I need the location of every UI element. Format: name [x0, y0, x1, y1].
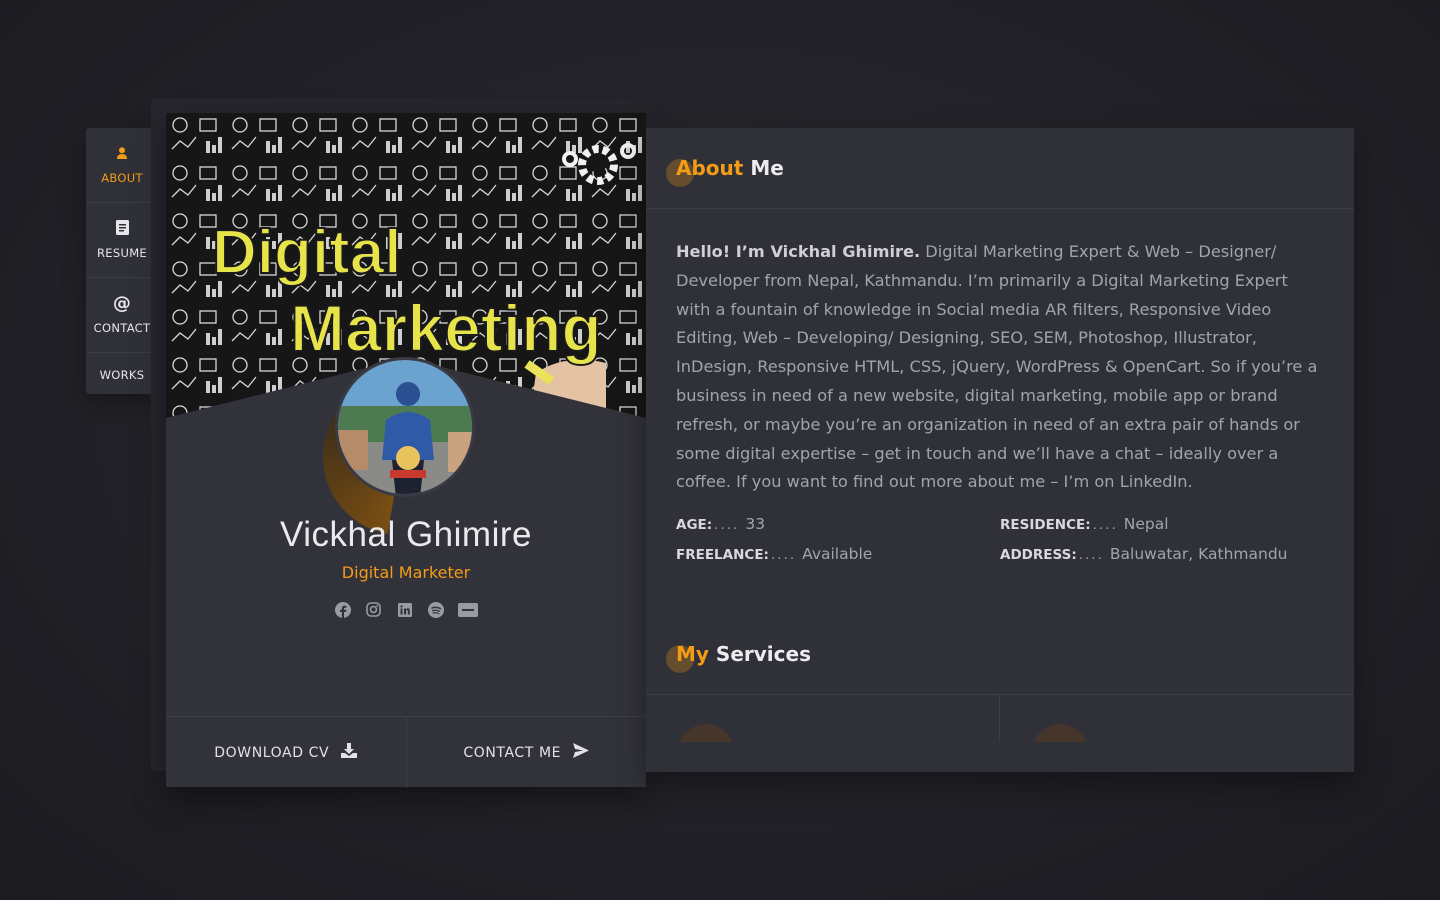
nav-item-label: RESUME: [97, 246, 147, 260]
send-icon: [573, 743, 590, 762]
instagram-icon[interactable]: [365, 601, 382, 618]
info-residence-label: RESIDENCE:: [1000, 517, 1091, 533]
cover-title-line2: Marketing: [290, 291, 602, 365]
download-cv-button[interactable]: DOWNLOAD CV: [166, 717, 406, 788]
info-residence: RESIDENCE:.... Nepal: [1000, 515, 1169, 533]
nav-item-contact[interactable]: @ CONTACT: [86, 278, 158, 353]
linkedin-icon[interactable]: [396, 601, 413, 618]
info-dots: ....: [770, 547, 797, 563]
info-address: ADDRESS:.... Baluwatar, Kathmandu: [1000, 545, 1288, 563]
avatar: [335, 357, 475, 497]
nav-item-resume[interactable]: RESUME: [86, 203, 158, 278]
content-panel: About Me Hello! I’m Vickhal Ghimire. Dig…: [646, 128, 1354, 772]
user-icon: [115, 146, 129, 163]
nav-item-label: WORKS: [99, 368, 145, 382]
profile-card: Digital Marketing Vickhal Ghimire Digita…: [166, 113, 646, 788]
facebook-icon[interactable]: [334, 601, 351, 618]
info-address-value: Baluwatar, Kathmandu: [1109, 545, 1288, 563]
about-title: About Me: [676, 156, 784, 180]
info-age-label: AGE:: [676, 517, 713, 533]
card-actions: DOWNLOAD CV CONTACT ME: [166, 716, 646, 788]
profile-name: Vickhal Ghimire: [280, 515, 532, 554]
nav-item-works[interactable]: WORKS: [86, 353, 158, 397]
services-title-rest: Services: [715, 642, 811, 666]
about-title-rest: Me: [750, 156, 784, 180]
contact-me-button[interactable]: CONTACT ME: [405, 717, 647, 788]
info-residence-value: Nepal: [1123, 515, 1169, 533]
service-column-divider: [999, 694, 1000, 742]
info-dots: ....: [1092, 517, 1118, 533]
info-dots: ....: [714, 517, 740, 533]
about-intro-text: Digital Marketing Expert & Web – Designe…: [676, 242, 1318, 492]
about-title-highlight: About: [676, 156, 744, 180]
info-freelance: FREELANCE:.... Available: [676, 545, 872, 563]
paypal-icon[interactable]: [458, 601, 478, 618]
section-divider: [646, 208, 1354, 209]
profile-role: Digital Marketer: [341, 563, 471, 582]
at-icon: @: [112, 293, 132, 314]
info-freelance-value: Available: [802, 545, 873, 563]
info-freelance-label: FREELANCE:: [676, 547, 769, 563]
contact-me-label: CONTACT ME: [463, 744, 562, 761]
download-cv-label: DOWNLOAD CV: [214, 744, 330, 761]
social-links: [166, 601, 646, 618]
info-dots: ....: [1078, 547, 1104, 563]
nav-item-label: CONTACT: [93, 321, 151, 335]
services-title: My Services: [676, 642, 811, 666]
nav-item-label: ABOUT: [101, 170, 143, 185]
document-icon: [115, 220, 129, 238]
nav-item-about[interactable]: ABOUT: [86, 128, 158, 203]
spotify-icon[interactable]: [427, 601, 444, 618]
section-divider: [646, 694, 1354, 695]
about-description: Hello! I’m Vickhal Ghimire. Digital Mark…: [676, 238, 1326, 497]
side-nav: ABOUT RESUME @ CONTACT WORKS: [86, 128, 158, 394]
info-age-value: 33: [745, 515, 766, 533]
info-age: AGE:.... 33: [676, 515, 765, 533]
services-title-highlight: My: [676, 642, 709, 666]
services-scroll-mask: [646, 742, 1354, 772]
cover-title-line1: Digital: [212, 218, 401, 287]
info-address-label: ADDRESS:: [1000, 547, 1077, 563]
about-intro-bold: Hello! I’m Vickhal Ghimire.: [676, 242, 921, 261]
download-icon: [341, 743, 358, 762]
